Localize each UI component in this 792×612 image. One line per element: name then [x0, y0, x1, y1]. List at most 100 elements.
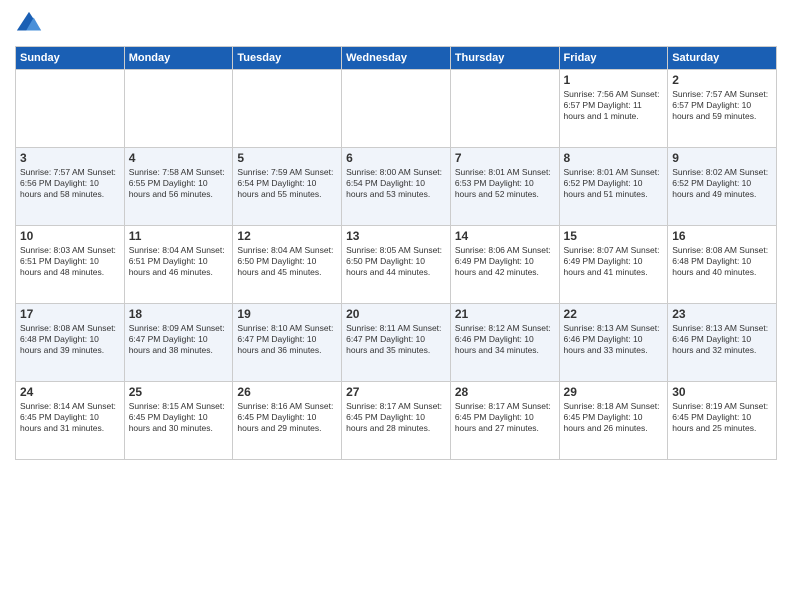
day-number: 30: [672, 385, 772, 399]
day-number: 16: [672, 229, 772, 243]
day-info: Sunrise: 7:57 AM Sunset: 6:57 PM Dayligh…: [672, 89, 772, 122]
day-number: 27: [346, 385, 446, 399]
day-number: 7: [455, 151, 555, 165]
calendar-cell: 23Sunrise: 8:13 AM Sunset: 6:46 PM Dayli…: [668, 304, 777, 382]
day-info: Sunrise: 8:13 AM Sunset: 6:46 PM Dayligh…: [672, 323, 772, 356]
calendar-cell: 7 Sunrise: 8:01 AM Sunset: 6:53 PM Daylig…: [450, 148, 559, 226]
calendar-cell: 24 Sunrise: 8:14 AM Sunset: 6:45 PM Dayli…: [16, 382, 125, 460]
calendar-cell: [233, 70, 342, 148]
day-number: 1: [564, 73, 664, 87]
day-info: Sunrise: 8:02 AM Sunset: 6:52 PM Dayligh…: [672, 167, 772, 200]
day-number: 29: [564, 385, 664, 399]
calendar-cell: 2 Sunrise: 7:57 AM Sunset: 6:57 PM Daylig…: [668, 70, 777, 148]
calendar-cell: 11 Sunrise: 8:04 AM Sunset: 6:51 PM Dayli…: [124, 226, 233, 304]
logo-icon: [15, 10, 43, 38]
day-info: Sunrise: 8:17 AM Sunset: 6:45 PM Dayligh…: [455, 401, 555, 434]
day-info: Sunrise: 8:16 AM Sunset: 6:45 PM Dayligh…: [237, 401, 337, 434]
day-number: 10: [20, 229, 120, 243]
day-info: Sunrise: 7:59 AM Sunset: 6:54 PM Dayligh…: [237, 167, 337, 200]
calendar-cell: 25 Sunrise: 8:15 AM Sunset: 6:45 PM Dayli…: [124, 382, 233, 460]
calendar-cell: 22 Sunrise: 8:13 AM Sunset: 6:46 PM Dayli…: [559, 304, 668, 382]
day-number: 6: [346, 151, 446, 165]
day-info: Sunrise: 8:10 AM Sunset: 6:47 PM Dayligh…: [237, 323, 337, 356]
day-header-sunday: Sunday: [16, 47, 125, 70]
day-number: 8: [564, 151, 664, 165]
calendar-cell: 14Sunrise: 8:06 AM Sunset: 6:49 PM Dayli…: [450, 226, 559, 304]
calendar-week-row: 10 Sunrise: 8:03 AM Sunset: 6:51 PM Dayli…: [16, 226, 777, 304]
day-info: Sunrise: 8:19 AM Sunset: 6:45 PM Dayligh…: [672, 401, 772, 434]
calendar-cell: 28Sunrise: 8:17 AM Sunset: 6:45 PM Dayli…: [450, 382, 559, 460]
calendar-cell: 5 Sunrise: 7:59 AM Sunset: 6:54 PM Daylig…: [233, 148, 342, 226]
day-info: Sunrise: 8:09 AM Sunset: 6:47 PM Dayligh…: [129, 323, 229, 356]
day-number: 25: [129, 385, 229, 399]
calendar-cell: [450, 70, 559, 148]
calendar-cell: 12Sunrise: 8:04 AM Sunset: 6:50 PM Dayli…: [233, 226, 342, 304]
day-number: 11: [129, 229, 229, 243]
calendar-table: SundayMondayTuesdayWednesdayThursdayFrid…: [15, 46, 777, 460]
calendar-header-row: SundayMondayTuesdayWednesdayThursdayFrid…: [16, 47, 777, 70]
day-number: 9: [672, 151, 772, 165]
day-info: Sunrise: 8:17 AM Sunset: 6:45 PM Dayligh…: [346, 401, 446, 434]
calendar-cell: 9 Sunrise: 8:02 AM Sunset: 6:52 PM Daylig…: [668, 148, 777, 226]
calendar-cell: 6 Sunrise: 8:00 AM Sunset: 6:54 PM Daylig…: [342, 148, 451, 226]
page-container: SundayMondayTuesdayWednesdayThursdayFrid…: [0, 0, 792, 470]
day-number: 3: [20, 151, 120, 165]
day-header-friday: Friday: [559, 47, 668, 70]
calendar-cell: 15Sunrise: 8:07 AM Sunset: 6:49 PM Dayli…: [559, 226, 668, 304]
page-header: [15, 10, 777, 38]
calendar-week-row: 24 Sunrise: 8:14 AM Sunset: 6:45 PM Dayli…: [16, 382, 777, 460]
calendar-cell: 27 Sunrise: 8:17 AM Sunset: 6:45 PM Dayli…: [342, 382, 451, 460]
day-info: Sunrise: 8:12 AM Sunset: 6:46 PM Dayligh…: [455, 323, 555, 356]
day-info: Sunrise: 8:15 AM Sunset: 6:45 PM Dayligh…: [129, 401, 229, 434]
day-header-tuesday: Tuesday: [233, 47, 342, 70]
day-number: 22: [564, 307, 664, 321]
day-header-wednesday: Wednesday: [342, 47, 451, 70]
calendar-cell: 21 Sunrise: 8:12 AM Sunset: 6:46 PM Dayli…: [450, 304, 559, 382]
day-number: 2: [672, 73, 772, 87]
day-number: 17: [20, 307, 120, 321]
day-info: Sunrise: 8:06 AM Sunset: 6:49 PM Dayligh…: [455, 245, 555, 278]
day-number: 21: [455, 307, 555, 321]
day-info: Sunrise: 7:58 AM Sunset: 6:55 PM Dayligh…: [129, 167, 229, 200]
day-info: Sunrise: 8:18 AM Sunset: 6:45 PM Dayligh…: [564, 401, 664, 434]
day-info: Sunrise: 8:01 AM Sunset: 6:53 PM Dayligh…: [455, 167, 555, 200]
day-info: Sunrise: 7:56 AM Sunset: 6:57 PM Dayligh…: [564, 89, 664, 122]
calendar-week-row: 17 Sunrise: 8:08 AM Sunset: 6:48 PM Dayli…: [16, 304, 777, 382]
day-number: 20: [346, 307, 446, 321]
calendar-week-row: 3 Sunrise: 7:57 AM Sunset: 6:56 PM Daylig…: [16, 148, 777, 226]
day-number: 13: [346, 229, 446, 243]
day-info: Sunrise: 8:13 AM Sunset: 6:46 PM Dayligh…: [564, 323, 664, 356]
day-number: 4: [129, 151, 229, 165]
calendar-cell: 4 Sunrise: 7:58 AM Sunset: 6:55 PM Daylig…: [124, 148, 233, 226]
day-info: Sunrise: 8:05 AM Sunset: 6:50 PM Dayligh…: [346, 245, 446, 278]
day-info: Sunrise: 8:14 AM Sunset: 6:45 PM Dayligh…: [20, 401, 120, 434]
calendar-cell: 30 Sunrise: 8:19 AM Sunset: 6:45 PM Dayli…: [668, 382, 777, 460]
day-header-saturday: Saturday: [668, 47, 777, 70]
day-info: Sunrise: 8:04 AM Sunset: 6:50 PM Dayligh…: [237, 245, 337, 278]
day-number: 26: [237, 385, 337, 399]
day-header-thursday: Thursday: [450, 47, 559, 70]
calendar-cell: 13 Sunrise: 8:05 AM Sunset: 6:50 PM Dayli…: [342, 226, 451, 304]
calendar-week-row: 1 Sunrise: 7:56 AM Sunset: 6:57 PM Daylig…: [16, 70, 777, 148]
calendar-cell: 19Sunrise: 8:10 AM Sunset: 6:47 PM Dayli…: [233, 304, 342, 382]
calendar-cell: 3 Sunrise: 7:57 AM Sunset: 6:56 PM Daylig…: [16, 148, 125, 226]
day-info: Sunrise: 8:00 AM Sunset: 6:54 PM Dayligh…: [346, 167, 446, 200]
day-number: 24: [20, 385, 120, 399]
day-info: Sunrise: 8:08 AM Sunset: 6:48 PM Dayligh…: [672, 245, 772, 278]
calendar-cell: 20 Sunrise: 8:11 AM Sunset: 6:47 PM Dayli…: [342, 304, 451, 382]
day-number: 5: [237, 151, 337, 165]
day-info: Sunrise: 8:11 AM Sunset: 6:47 PM Dayligh…: [346, 323, 446, 356]
day-info: Sunrise: 8:08 AM Sunset: 6:48 PM Dayligh…: [20, 323, 120, 356]
calendar-cell: [342, 70, 451, 148]
day-number: 18: [129, 307, 229, 321]
day-info: Sunrise: 8:03 AM Sunset: 6:51 PM Dayligh…: [20, 245, 120, 278]
calendar-cell: 29 Sunrise: 8:18 AM Sunset: 6:45 PM Dayli…: [559, 382, 668, 460]
calendar-cell: 10 Sunrise: 8:03 AM Sunset: 6:51 PM Dayli…: [16, 226, 125, 304]
day-info: Sunrise: 8:04 AM Sunset: 6:51 PM Dayligh…: [129, 245, 229, 278]
calendar-cell: 1 Sunrise: 7:56 AM Sunset: 6:57 PM Daylig…: [559, 70, 668, 148]
day-info: Sunrise: 8:01 AM Sunset: 6:52 PM Dayligh…: [564, 167, 664, 200]
calendar-cell: 17 Sunrise: 8:08 AM Sunset: 6:48 PM Dayli…: [16, 304, 125, 382]
calendar-cell: 26 Sunrise: 8:16 AM Sunset: 6:45 PM Dayli…: [233, 382, 342, 460]
logo: [15, 10, 47, 38]
day-info: Sunrise: 7:57 AM Sunset: 6:56 PM Dayligh…: [20, 167, 120, 200]
